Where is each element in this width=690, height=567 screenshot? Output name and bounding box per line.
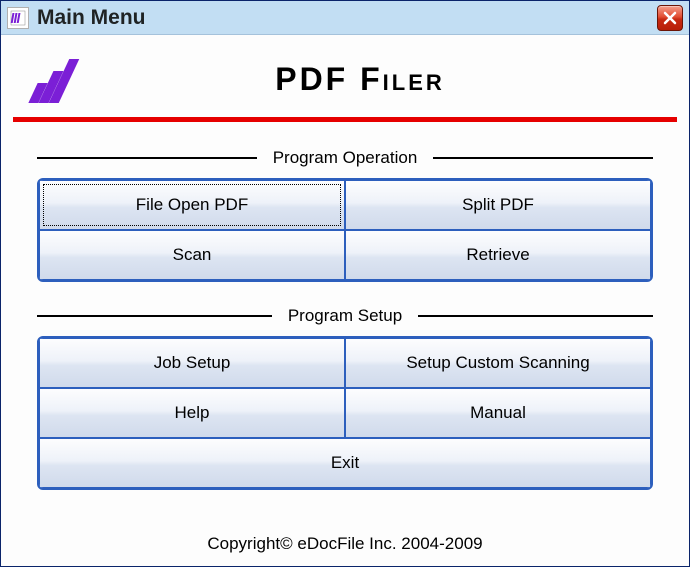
setup-custom-scanning-button[interactable]: Setup Custom Scanning xyxy=(345,338,651,388)
retrieve-button[interactable]: Retrieve xyxy=(345,230,651,280)
rule-line xyxy=(37,315,272,317)
section-label-operation: Program Operation xyxy=(267,148,424,168)
section-header-setup: Program Setup xyxy=(37,306,653,326)
rule-line xyxy=(433,157,653,159)
program-operation-section: Program Operation File Open PDF Split PD… xyxy=(13,148,677,306)
close-icon xyxy=(663,11,677,25)
divider xyxy=(13,117,677,122)
setup-button-grid: Job Setup Setup Custom Scanning Help Man… xyxy=(37,336,653,490)
close-button[interactable] xyxy=(657,5,683,31)
exit-button[interactable]: Exit xyxy=(39,438,651,488)
operation-button-grid: File Open PDF Split PDF Scan Retrieve xyxy=(37,178,653,282)
rule-line xyxy=(37,157,257,159)
split-pdf-button[interactable]: Split PDF xyxy=(345,180,651,230)
main-window: Main Menu PDF Filer Program Operation xyxy=(0,0,690,567)
header-row: PDF Filer xyxy=(13,45,677,117)
section-label-setup: Program Setup xyxy=(282,306,408,326)
program-setup-section: Program Setup Job Setup Setup Custom Sca… xyxy=(13,306,677,504)
logo-icon xyxy=(33,55,93,103)
file-open-pdf-button[interactable]: File Open PDF xyxy=(39,180,345,230)
job-setup-button[interactable]: Job Setup xyxy=(39,338,345,388)
rule-line xyxy=(418,315,653,317)
titlebar: Main Menu xyxy=(1,1,689,35)
app-icon xyxy=(7,7,29,29)
content-area: PDF Filer Program Operation File Open PD… xyxy=(1,35,689,566)
app-title: PDF Filer xyxy=(123,61,657,98)
section-header-operation: Program Operation xyxy=(37,148,653,168)
help-button[interactable]: Help xyxy=(39,388,345,438)
copyright-text: Copyright© eDocFile Inc. 2004-2009 xyxy=(13,528,677,558)
window-title: Main Menu xyxy=(37,6,649,30)
scan-button[interactable]: Scan xyxy=(39,230,345,280)
manual-button[interactable]: Manual xyxy=(345,388,651,438)
